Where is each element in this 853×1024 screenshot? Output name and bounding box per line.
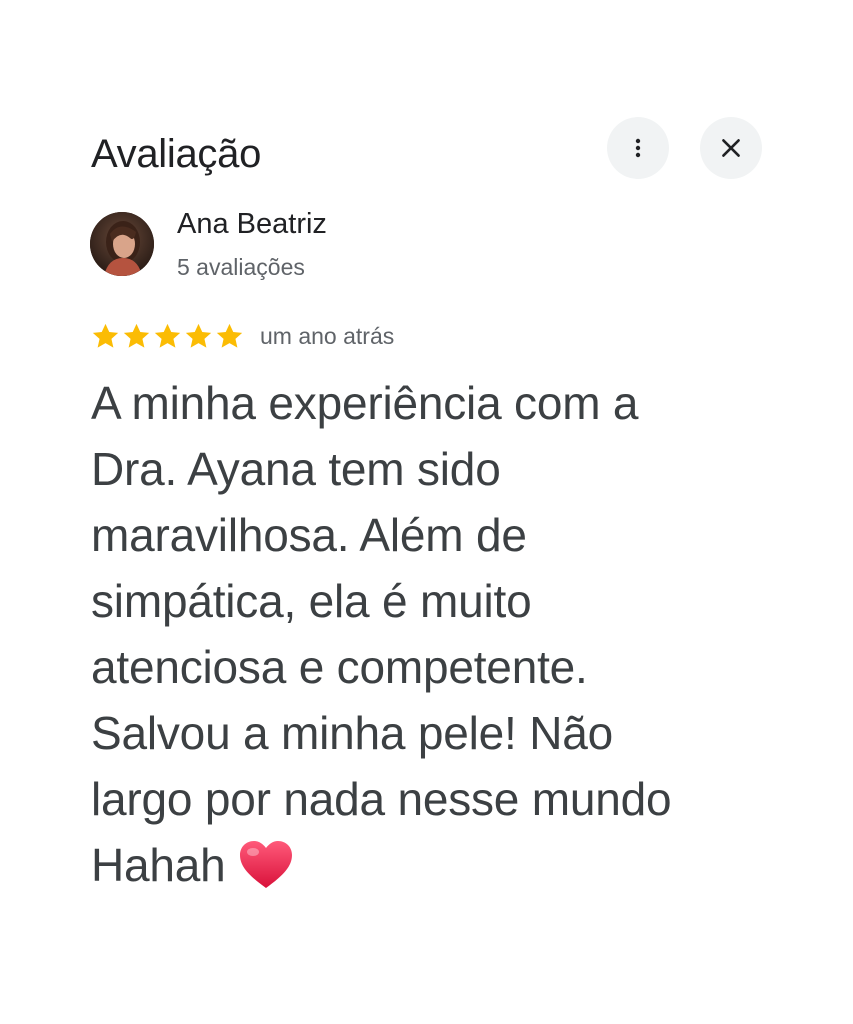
close-button[interactable] — [700, 117, 762, 179]
review-text-line: A minha experiência com a — [91, 377, 639, 429]
star-icon — [123, 323, 150, 348]
heart-icon — [239, 841, 292, 888]
star-rating — [90, 321, 245, 352]
review-text-last-line: Hahah — [91, 832, 811, 898]
review-text-line: Salvou a minha pele! Não — [91, 707, 613, 759]
star-icon — [92, 323, 119, 348]
review-text-line: Dra. Ayana tem sido — [91, 443, 501, 495]
review-text-line: Hahah — [91, 839, 226, 891]
user-avatar-photo — [90, 212, 154, 276]
star-icon — [154, 323, 181, 348]
avatar[interactable] — [90, 212, 154, 276]
more-options-button[interactable] — [607, 117, 669, 179]
star-icon — [185, 323, 212, 348]
more-vert-icon — [635, 138, 641, 158]
rating-row: um ano atrás — [90, 318, 394, 354]
review-text: A minha experiência com a Dra. Ayana tem… — [91, 370, 811, 898]
review-text-line: simpática, ela é muito — [91, 575, 532, 627]
close-icon — [722, 139, 740, 157]
author-name[interactable]: Ana Beatriz — [177, 205, 327, 243]
review-text-line: maravilhosa. Além de — [91, 509, 527, 561]
star-icon — [216, 323, 243, 348]
review-text-line: largo por nada nesse mundo — [91, 773, 672, 825]
review-text-line: atenciosa e competente. — [91, 641, 588, 693]
dialog-title: Avaliação — [91, 132, 262, 176]
author-reviews-count: 5 avaliações — [177, 254, 305, 280]
review-time: um ano atrás — [260, 323, 395, 349]
